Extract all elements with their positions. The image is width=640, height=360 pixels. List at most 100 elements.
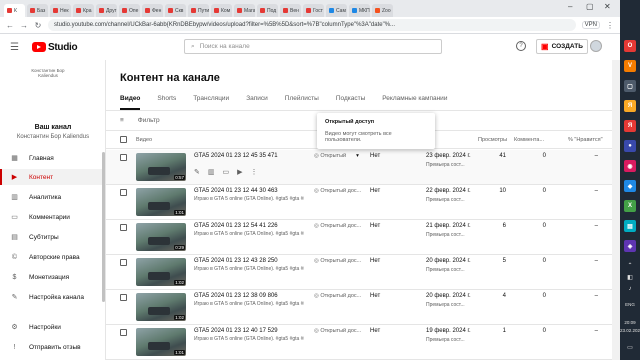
browser-tab[interactable]: Баз bbox=[27, 4, 48, 17]
content-tab[interactable]: Видео bbox=[120, 95, 141, 110]
browser-tab[interactable]: Нек bbox=[50, 4, 71, 17]
yandex-icon[interactable]: Я bbox=[624, 120, 636, 132]
edit-icon[interactable]: ✎ bbox=[194, 168, 200, 176]
back-icon[interactable]: ← bbox=[6, 21, 14, 30]
row-checkbox[interactable] bbox=[120, 189, 127, 196]
url-field[interactable]: studio.youtube.com/channel/UCkBar-6abb{K… bbox=[48, 19, 576, 31]
browser-tab[interactable]: Опе bbox=[119, 4, 140, 17]
folder-icon[interactable]: ▤ bbox=[624, 220, 636, 232]
main-scrollbar[interactable] bbox=[612, 60, 620, 360]
browser-tab[interactable]: Друг bbox=[96, 4, 117, 17]
visibility-cell[interactable]: ◎ Открытый ▾ bbox=[314, 153, 359, 159]
sidebar-item-settings[interactable]: ⚙ Настройки bbox=[0, 319, 104, 335]
column-comments[interactable]: Коммента... bbox=[514, 137, 544, 143]
browser-tab[interactable]: Мага bbox=[234, 4, 255, 17]
notifications-icon[interactable]: ▭ bbox=[620, 344, 640, 351]
spreadsheet-icon[interactable]: X bbox=[624, 200, 636, 212]
search-input[interactable]: ⌕ Поиск на канале bbox=[184, 39, 442, 54]
video-title[interactable]: GTA5 2024 01 23 12 45 35 471 bbox=[194, 153, 278, 159]
visibility-cell[interactable]: ◎ Открытый дос... bbox=[314, 328, 361, 334]
chrome-app-icon[interactable]: ● bbox=[624, 140, 636, 152]
sidebar-item-content[interactable]: ▶ Контент bbox=[0, 169, 104, 185]
video-thumbnail[interactable]: 1:02 bbox=[136, 258, 186, 286]
clock-time[interactable]: 20:09 bbox=[620, 320, 640, 325]
visibility-cell[interactable]: ◎ Открытый дос... bbox=[314, 223, 361, 229]
content-tab[interactable]: Записи bbox=[246, 95, 268, 110]
browser-tab[interactable]: Кра bbox=[73, 4, 94, 17]
volume-icon[interactable]: ♪ bbox=[620, 286, 640, 292]
video-title[interactable]: GTA5 2024 01 23 12 54 41 226 bbox=[194, 223, 278, 229]
browser-tab[interactable]: Сам bbox=[326, 4, 347, 17]
browser-tab[interactable]: МКП bbox=[349, 4, 370, 17]
video-title[interactable]: GTA5 2024 01 23 12 44 30 463 bbox=[194, 188, 278, 194]
video-title[interactable]: GTA5 2024 01 23 12 38 09 806 bbox=[194, 293, 278, 299]
media-app-icon[interactable]: ◉ bbox=[624, 160, 636, 172]
row-checkbox[interactable] bbox=[120, 154, 127, 161]
row-checkbox[interactable] bbox=[120, 294, 127, 301]
browser-tab[interactable]: Фен bbox=[142, 4, 163, 17]
content-tab[interactable]: Рекламные кампании bbox=[382, 95, 447, 110]
content-tab[interactable]: Плейлисты bbox=[285, 95, 319, 110]
create-button[interactable]: ▣ СОЗДАТЬ bbox=[536, 39, 588, 54]
video-thumbnail[interactable]: 1:01 bbox=[136, 328, 186, 356]
video-title[interactable]: GTA5 2024 01 23 12 43 28 250 bbox=[194, 258, 278, 264]
taskbar-app-icon[interactable]: Я bbox=[624, 100, 636, 112]
channel-logo[interactable]: Константин Бор Kaliendus bbox=[28, 68, 68, 94]
browser-tab[interactable]: К bbox=[4, 4, 25, 17]
help-icon[interactable]: ? bbox=[516, 41, 526, 51]
forward-icon[interactable]: → bbox=[20, 21, 28, 30]
row-checkbox[interactable] bbox=[120, 259, 127, 266]
vpn-badge[interactable]: VPN bbox=[581, 21, 600, 29]
close-icon[interactable]: ✕ bbox=[604, 2, 611, 11]
network-icon[interactable]: ◧ bbox=[620, 274, 640, 281]
browser-tab[interactable]: Zoo bbox=[372, 4, 393, 17]
visibility-cell[interactable]: ◎ Открытый дос... bbox=[314, 293, 361, 299]
table-row[interactable]: 0:29 GTA5 2024 01 23 12 54 41 226 Играю в … bbox=[106, 220, 612, 255]
filter-icon[interactable]: ≡ bbox=[120, 117, 124, 124]
account-avatar[interactable] bbox=[590, 40, 602, 52]
youtube-icon[interactable]: ▶ bbox=[237, 168, 242, 176]
video-thumbnail[interactable]: 0:57 bbox=[136, 153, 186, 181]
sidebar-item-customization[interactable]: ✎ Настройка канала bbox=[0, 289, 104, 305]
visibility-cell[interactable]: ◎ Открытый дос... bbox=[314, 188, 361, 194]
explorer-icon[interactable]: ◆ bbox=[624, 180, 636, 192]
table-row[interactable]: 0:57 GTA5 2024 01 23 12 45 35 471 ✎ ▥ ▭ ▶ ⋮ ◎ О… bbox=[106, 150, 612, 185]
analytics-icon[interactable]: ▥ bbox=[208, 168, 215, 176]
clock-date[interactable]: 23.02.2024 bbox=[620, 328, 640, 333]
video-title[interactable]: GTA5 2024 01 23 12 40 17 529 bbox=[194, 328, 278, 334]
language-indicator[interactable]: ENG bbox=[620, 302, 640, 307]
row-checkbox[interactable] bbox=[120, 224, 127, 231]
column-likes[interactable]: % "Нравится" bbox=[568, 137, 603, 143]
visibility-cell[interactable]: ◎ Открытый дос... bbox=[314, 258, 361, 264]
vivaldi-icon[interactable]: V bbox=[624, 60, 636, 72]
content-tab[interactable]: Подкасты bbox=[336, 95, 365, 110]
row-checkbox[interactable] bbox=[120, 329, 127, 336]
shield-icon[interactable]: ◈ bbox=[624, 240, 636, 252]
reload-icon[interactable]: ↻ bbox=[34, 21, 42, 30]
sidebar-item-feedback[interactable]: ! Отправить отзыв bbox=[0, 339, 104, 355]
browser-tab[interactable]: Под bbox=[257, 4, 278, 17]
app-icon[interactable]: ▢ bbox=[624, 80, 636, 92]
sidebar-item-copyright[interactable]: © Авторские права bbox=[0, 249, 104, 265]
browser-menu-icon[interactable]: ⋮ bbox=[606, 21, 614, 30]
video-thumbnail[interactable]: 0:29 bbox=[136, 223, 186, 251]
hamburger-menu-icon[interactable]: ☰ bbox=[10, 42, 24, 53]
browser-tab[interactable]: Скв bbox=[165, 4, 186, 17]
video-thumbnail[interactable]: 1:02 bbox=[136, 293, 186, 321]
opera-icon[interactable]: O bbox=[624, 40, 636, 52]
comments-icon[interactable]: ▭ bbox=[223, 168, 230, 176]
sidebar-item-dashboard[interactable]: ▦ Главная bbox=[0, 150, 104, 166]
content-tab[interactable]: Трансляции bbox=[193, 95, 229, 110]
sidebar-item-monetization[interactable]: $ Монетизация bbox=[0, 269, 104, 285]
content-tab[interactable]: Shorts bbox=[157, 95, 176, 110]
maximize-icon[interactable]: ▢ bbox=[586, 2, 594, 11]
tray-expand-icon[interactable]: ⌃ bbox=[620, 262, 640, 269]
browser-tab[interactable]: Пути bbox=[188, 4, 209, 17]
browser-tab[interactable]: Ком bbox=[211, 4, 232, 17]
more-options-icon[interactable]: ⋮ bbox=[251, 168, 258, 176]
video-thumbnail[interactable]: 1:01 bbox=[136, 188, 186, 216]
select-all-checkbox[interactable] bbox=[120, 136, 127, 143]
browser-tab[interactable]: Гост bbox=[303, 4, 324, 17]
dropdown-arrow-icon[interactable]: ▾ bbox=[356, 153, 359, 159]
studio-logo[interactable]: Studio bbox=[32, 42, 78, 53]
